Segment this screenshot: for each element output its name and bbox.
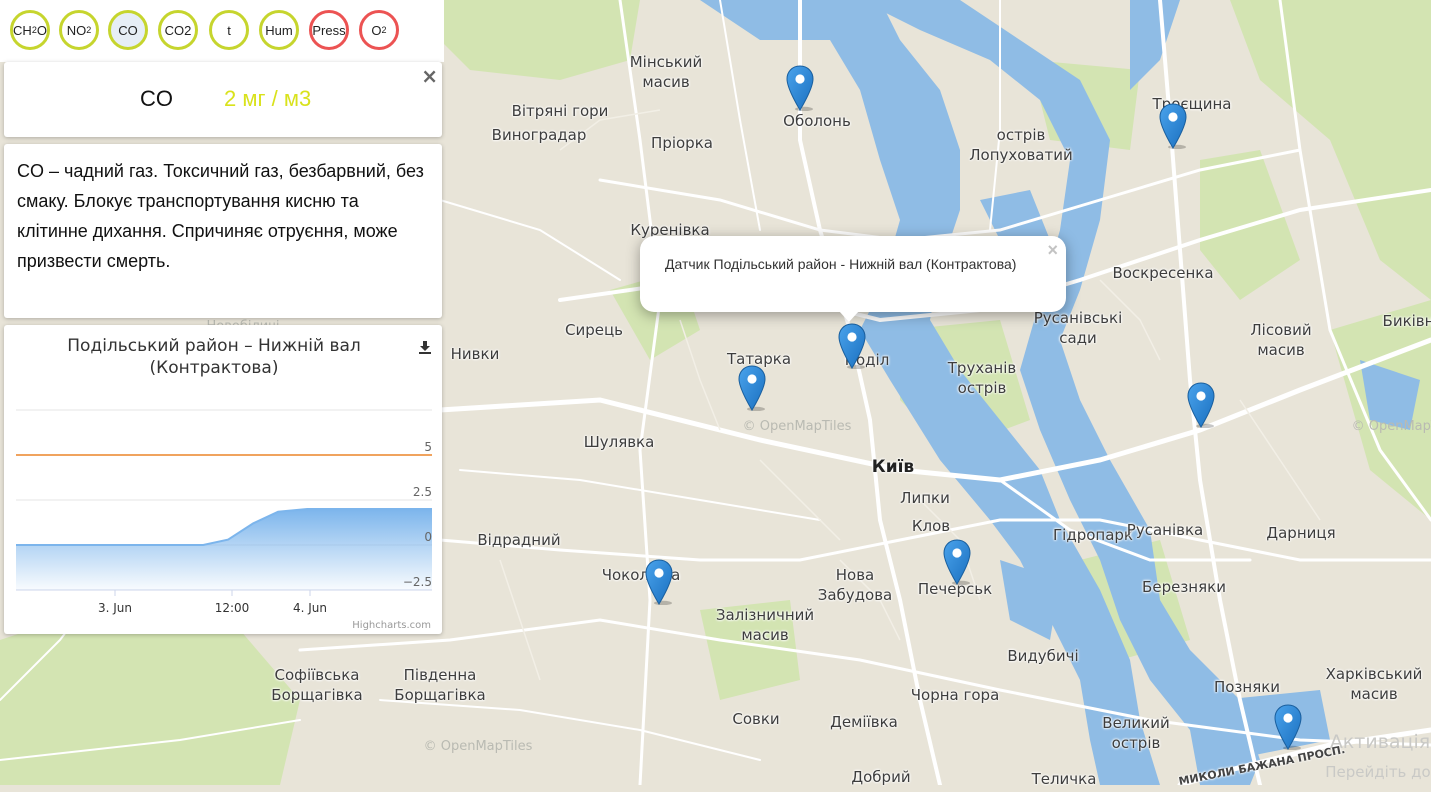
gas-chip-label: CO bbox=[118, 22, 138, 38]
map-label: Південна Борщагівка bbox=[394, 666, 486, 704]
os-activation-watermark: Активація bbox=[1329, 731, 1431, 753]
map-label: © OpenMapTiles bbox=[423, 739, 533, 754]
gas-chip-label-tail: O bbox=[36, 22, 47, 38]
map-label: Видубичі bbox=[1007, 647, 1079, 665]
y-tick-label: 5 bbox=[424, 440, 432, 454]
gas-chip-label: Hum bbox=[265, 22, 293, 38]
area-fill bbox=[16, 509, 432, 590]
map-label: Лісовий масив bbox=[1250, 321, 1312, 359]
map-label: Труханів острів bbox=[947, 359, 1017, 397]
gas-chip-hum[interactable]: Hum bbox=[259, 10, 299, 50]
map-label: Дарниця bbox=[1266, 524, 1336, 542]
map-label: Залізничний масив bbox=[715, 606, 815, 644]
map-label: Липки bbox=[900, 489, 950, 507]
gas-chip-o2[interactable]: O2 bbox=[359, 10, 399, 50]
gas-chip-co2[interactable]: CO2 bbox=[158, 10, 198, 50]
y-tick-label: 0 bbox=[424, 530, 432, 544]
gas-chip-ch2o[interactable]: CH 2 O bbox=[10, 10, 50, 50]
map-label: Позняки bbox=[1213, 678, 1281, 696]
chart-title: Подільський район – Нижній вал (Контракт… bbox=[67, 336, 361, 378]
gas-chip-label: Press bbox=[312, 22, 346, 38]
gas-chip-label: NO bbox=[66, 22, 87, 38]
gas-chip-subscript: 2 bbox=[381, 25, 387, 35]
map-label: Теличка bbox=[1031, 770, 1097, 788]
map-label: Пріорка bbox=[651, 134, 713, 152]
sensor-marker-podil[interactable] bbox=[837, 323, 867, 369]
map-label: Нивки bbox=[450, 345, 500, 363]
map-label: Сирець bbox=[564, 321, 624, 339]
map-label: Добрий bbox=[851, 768, 911, 786]
sensor-marker-pechersk[interactable] bbox=[942, 539, 972, 585]
gas-chip-label: O bbox=[371, 22, 382, 38]
map-label: Русанівка bbox=[1126, 521, 1204, 539]
map-label: Деміївка bbox=[830, 713, 898, 731]
gas-chip-label: CH bbox=[13, 22, 32, 38]
map-label: Гідропарк bbox=[1053, 526, 1133, 544]
gas-chip-co[interactable]: CO bbox=[108, 10, 148, 50]
map-label: Совки bbox=[732, 710, 780, 728]
sensor-popup: Датчик Подільський район - Нижній вал (К… bbox=[640, 236, 1066, 322]
x-tick-label: 3. Jun bbox=[98, 601, 132, 615]
os-activation-watermark-sub: Перейдіть до bbox=[1325, 763, 1431, 781]
map-label: Оболонь bbox=[783, 112, 851, 130]
chart-credits[interactable]: Highcharts.com bbox=[352, 620, 431, 631]
map-label: Чорна гора bbox=[910, 686, 1000, 704]
map-label: Воскресенка bbox=[1112, 264, 1214, 282]
gas-chip-no2[interactable]: NO 2 bbox=[59, 10, 99, 50]
sensor-marker-chokolivka[interactable] bbox=[644, 559, 674, 605]
sensor-marker-obolon[interactable] bbox=[785, 65, 815, 111]
map-label: Клов bbox=[911, 517, 951, 535]
gas-value: 2 мг / м3 bbox=[224, 86, 312, 111]
map-label: Виноградар bbox=[491, 126, 587, 144]
gas-chip-label: CO2 bbox=[164, 22, 192, 38]
map-label: Відрадний bbox=[477, 531, 561, 549]
x-tick-label: 12:00 bbox=[215, 601, 250, 615]
map-label: Великий острів bbox=[1102, 714, 1170, 752]
map-label: Биківня bbox=[1382, 312, 1431, 330]
map-pin-icon bbox=[645, 559, 673, 605]
map-pin-icon bbox=[1187, 382, 1215, 428]
map-label: Русанівські сади bbox=[1033, 309, 1123, 347]
map-label: © OpenMapTiles bbox=[742, 419, 852, 434]
gas-name: CO bbox=[140, 86, 173, 111]
map-pin-icon bbox=[1274, 704, 1302, 750]
map-pin-icon bbox=[786, 65, 814, 111]
sensor-marker-troieshchyna[interactable] bbox=[1158, 103, 1188, 149]
popup-tip bbox=[839, 311, 859, 322]
popup-close-icon[interactable]: × bbox=[1047, 240, 1058, 260]
gas-selector: CH 2 O NO 2 CO CO2 t Hum Press O 2 bbox=[0, 0, 444, 62]
gas-chip-label: t bbox=[227, 22, 231, 38]
map-label: Київ bbox=[871, 457, 915, 477]
map-label: Нова Забудова bbox=[817, 566, 893, 604]
map-label: Харківський масив bbox=[1325, 665, 1423, 703]
map-label: © OpenMapTiles bbox=[1351, 419, 1431, 434]
map-pin-icon bbox=[943, 539, 971, 585]
sensor-marker-tatarka[interactable] bbox=[737, 365, 767, 411]
map-label: Мінський масив bbox=[629, 53, 703, 91]
map-label: Вітряні гори bbox=[511, 102, 609, 120]
map-label: Березняки bbox=[1142, 578, 1226, 596]
x-tick-label: 4. Jun bbox=[293, 601, 327, 615]
gas-chip-press[interactable]: Press bbox=[309, 10, 349, 50]
map-label: Шулявка bbox=[583, 433, 655, 451]
y-tick-label: −2.5 bbox=[403, 575, 432, 589]
map-pin-icon bbox=[738, 365, 766, 411]
gas-chip-subscript: 2 bbox=[86, 25, 92, 35]
selected-gas-card: CO 2 мг / м3 × bbox=[4, 62, 442, 137]
chart-card: 5 2.5 0 −2.5 3. Jun 12:00 4. Jun Подільський р… bbox=[4, 325, 442, 634]
gas-description-card: CO – чадний газ. Токсичний газ, безбарвн… bbox=[4, 144, 442, 318]
map-label: острів Лопуховатий bbox=[969, 126, 1073, 164]
map-pin-icon bbox=[1159, 103, 1187, 149]
download-icon[interactable] bbox=[418, 340, 432, 354]
sensor-marker-pozniaky[interactable] bbox=[1273, 704, 1303, 750]
close-icon[interactable]: × bbox=[421, 64, 438, 88]
y-tick-label: 2.5 bbox=[413, 485, 432, 499]
popup-text: Датчик Подільський район - Нижній вал (К… bbox=[665, 256, 1017, 272]
gas-chip-t[interactable]: t bbox=[209, 10, 249, 50]
map-pin-icon bbox=[838, 323, 866, 369]
map-label: Софіївська Борщагівка bbox=[271, 666, 363, 704]
sensor-marker-lisovyi[interactable] bbox=[1186, 382, 1216, 428]
gas-description: CO – чадний газ. Токсичний газ, безбарвн… bbox=[17, 161, 424, 271]
